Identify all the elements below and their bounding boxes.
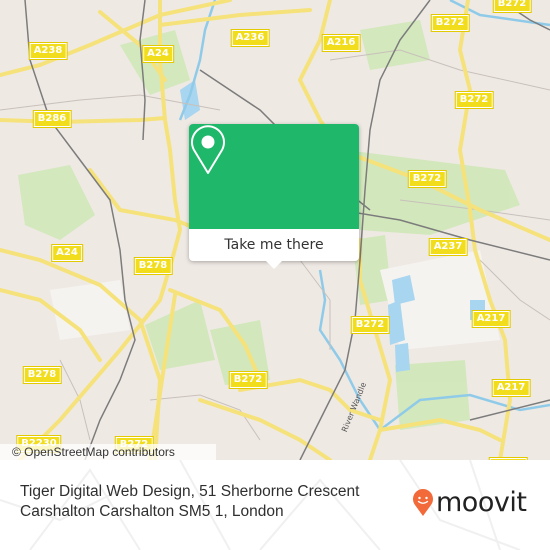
- footer: Tiger Digital Web Design, 51 Sherborne C…: [0, 460, 550, 550]
- moovit-pin-icon: [413, 489, 433, 516]
- road-label: B278: [133, 257, 173, 275]
- road-label: A236: [230, 29, 270, 47]
- road-label: B272: [407, 170, 447, 188]
- park-area: [360, 20, 430, 70]
- road-label: A216: [321, 34, 361, 52]
- road-label: A217: [471, 310, 511, 328]
- road-label: A237: [428, 238, 468, 256]
- road-label: B278: [22, 366, 62, 384]
- road-label: B272: [228, 371, 268, 389]
- road-label: A24: [142, 45, 174, 63]
- road-label: B286: [32, 110, 72, 128]
- road-label: B272: [350, 316, 390, 334]
- road: [0, 0, 232, 77]
- address-line-2: Carshalton Carshalton SM5 1, London: [20, 503, 284, 520]
- popup-header: [189, 124, 359, 229]
- address-text: Tiger Digital Web Design, 51 Sherborne C…: [20, 482, 400, 522]
- road: [0, 116, 167, 125]
- moovit-logo[interactable]: moovit: [412, 487, 527, 518]
- park-area: [18, 165, 95, 240]
- road-label: A24: [51, 244, 83, 262]
- road-label: B272: [430, 14, 470, 32]
- map-view[interactable]: A238 A24 A236 A216 B272 B272 B286 B272 B…: [0, 0, 550, 460]
- park-area: [145, 300, 215, 370]
- take-me-there-button[interactable]: Take me there: [189, 229, 359, 261]
- popup-pointer: [266, 261, 282, 269]
- road-label: A217: [491, 379, 531, 397]
- map-attribution[interactable]: © OpenStreetMap contributors: [0, 444, 216, 460]
- brand-name: moovit: [436, 487, 527, 518]
- road-label: B272: [492, 0, 532, 13]
- destination-popup: Take me there: [189, 124, 359, 269]
- location-pin-icon: [191, 125, 225, 174]
- minor-road: [329, 49, 550, 91]
- address-line-1: Tiger Digital Web Design, 51 Sherborne C…: [20, 483, 360, 500]
- road: [198, 398, 332, 460]
- road-label: A238: [28, 42, 68, 60]
- road: [88, 168, 202, 232]
- road-label: B272: [454, 91, 494, 109]
- road: [158, 8, 312, 27]
- light-area: [50, 280, 130, 340]
- lake: [395, 343, 410, 372]
- road: [0, 248, 163, 460]
